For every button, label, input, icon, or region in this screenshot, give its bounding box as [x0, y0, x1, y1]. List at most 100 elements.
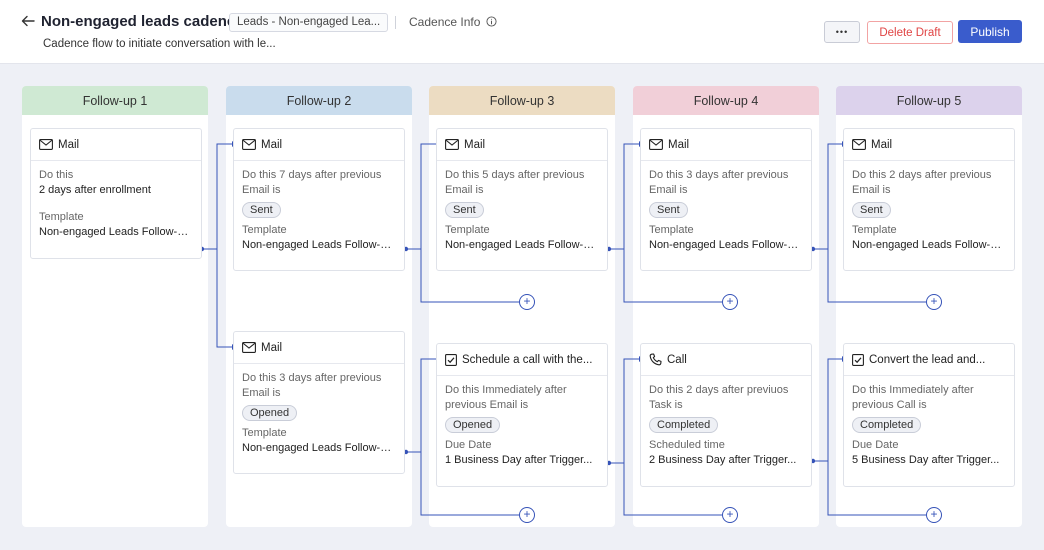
add-step-button[interactable]: +: [519, 294, 535, 310]
step-label: Email is: [242, 184, 281, 196]
status-chip: Sent: [445, 202, 484, 218]
step-card-header: Mail: [31, 129, 201, 161]
cadence-info-link[interactable]: Cadence Info: [409, 15, 497, 29]
step-card-header: Mail: [234, 332, 404, 364]
status-chip: Sent: [242, 202, 281, 218]
step-value: Non-engaged Leads Follow-up 2: [242, 442, 396, 454]
step-label: Do this 3 days after previous: [649, 169, 789, 181]
mail-icon: [242, 342, 256, 353]
add-step-button[interactable]: +: [722, 294, 738, 310]
column-header: Follow-up 3: [429, 86, 615, 115]
step-card[interactable]: Mail Do this 3 days after previous Email…: [233, 331, 405, 474]
step-card-header: Mail: [437, 129, 607, 161]
add-step-button[interactable]: +: [926, 507, 942, 523]
mail-icon: [445, 139, 459, 150]
step-card[interactable]: Call Do this 2 days after previuos Task …: [640, 343, 812, 487]
step-value: Non-engaged Leads Follow-up 3: [445, 239, 599, 251]
step-label: Template: [445, 224, 490, 236]
step-type: Call: [667, 353, 687, 366]
header-divider: [395, 16, 396, 29]
step-type: Mail: [871, 138, 893, 151]
page-title: Non-engaged leads cadence: [41, 13, 244, 30]
step-value: 5 Business Day after Trigger...: [852, 454, 1000, 466]
step-label: Template: [242, 224, 287, 236]
step-label: Do this Immediately after: [852, 384, 974, 396]
step-label: Task is: [649, 399, 683, 411]
status-chip: Completed: [649, 417, 719, 433]
step-type: Mail: [58, 138, 80, 151]
status-chip: Sent: [649, 202, 688, 218]
step-label: Email is: [852, 184, 891, 196]
step-label: previous Call is: [852, 399, 927, 411]
step-card[interactable]: Convert the lead and... Do this Immediat…: [843, 343, 1015, 487]
module-chip: Leads - Non-engaged Lea...: [229, 13, 389, 32]
add-step-button[interactable]: +: [926, 294, 942, 310]
step-type: Mail: [261, 341, 283, 354]
step-label: Email is: [242, 387, 281, 399]
step-label: Due Date: [445, 439, 492, 451]
step-label: Do this Immediately after: [445, 384, 567, 396]
step-card[interactable]: Mail Do this 3 days after previous Email…: [640, 128, 812, 271]
column-header: Follow-up 2: [226, 86, 412, 115]
step-value: Non-engaged Leads Follow-up 4: [649, 239, 803, 251]
step-card-header: Schedule a call with the...: [437, 344, 607, 376]
add-step-button[interactable]: +: [722, 507, 738, 523]
step-label: Scheduled time: [649, 439, 725, 451]
step-type: Mail: [464, 138, 486, 151]
step-value: Non-engaged Leads Follow-up 2: [242, 239, 396, 251]
step-label: Due Date: [852, 439, 899, 451]
step-card[interactable]: Mail Do this 5 days after previous Email…: [436, 128, 608, 271]
step-type: Convert the lead and...: [869, 353, 986, 366]
step-card-header: Call: [641, 344, 811, 376]
back-arrow-icon[interactable]: [20, 13, 36, 29]
phone-icon: [649, 353, 662, 366]
step-value: Non-engaged Leads Follow-up...: [852, 239, 1006, 251]
mail-icon: [852, 139, 866, 150]
step-card-header: Mail: [234, 129, 404, 161]
step-type: Mail: [668, 138, 690, 151]
step-type: Schedule a call with the...: [462, 353, 593, 366]
cadence-header: Non-engaged leads cadence Leads - Non-en…: [0, 0, 1044, 64]
step-label: Email is: [649, 184, 688, 196]
step-label: Do this 3 days after previous: [242, 372, 382, 384]
step-label: Template: [649, 224, 694, 236]
step-label: Template: [852, 224, 897, 236]
more-options-button[interactable]: •••: [824, 21, 860, 43]
step-value: 2 Business Day after Trigger...: [649, 454, 797, 466]
step-type: Mail: [261, 138, 283, 151]
step-label: Do this 5 days after previous: [445, 169, 585, 181]
step-label: Do this: [39, 169, 74, 181]
step-label: Do this 2 days after previous: [852, 169, 992, 181]
cadence-info-label: Cadence Info: [409, 15, 481, 29]
column-header: Follow-up 1: [22, 86, 208, 115]
step-label: Template: [242, 427, 287, 439]
step-card-header: Convert the lead and...: [844, 344, 1014, 376]
step-label: Email is: [445, 184, 484, 196]
step-card-header: Mail: [641, 129, 811, 161]
step-value: 1 Business Day after Trigger...: [445, 454, 593, 466]
mail-icon: [649, 139, 663, 150]
step-card[interactable]: Mail Do this 7 days after previous Email…: [233, 128, 405, 271]
status-chip: Sent: [852, 202, 891, 218]
status-chip: Opened: [445, 417, 501, 433]
info-icon[interactable]: [486, 16, 497, 27]
step-label: Do this 2 days after previuos: [649, 384, 789, 396]
publish-button[interactable]: Publish: [958, 20, 1022, 43]
add-step-button[interactable]: +: [519, 507, 535, 523]
step-card-header: Mail: [844, 129, 1014, 161]
task-icon: [852, 353, 864, 366]
task-icon: [445, 353, 457, 366]
step-label: previous Email is: [445, 399, 529, 411]
step-card[interactable]: Mail Do this 2 days after enrollment Tem…: [30, 128, 202, 259]
mail-icon: [39, 139, 53, 150]
delete-draft-button[interactable]: Delete Draft: [867, 21, 953, 44]
status-chip: Completed: [852, 417, 922, 433]
column-header: Follow-up 4: [633, 86, 819, 115]
step-value: Non-engaged Leads Follow-up 1: [39, 226, 193, 238]
step-label: Template: [39, 211, 84, 223]
more-icon: •••: [835, 27, 849, 37]
step-card[interactable]: Schedule a call with the... Do this Imme…: [436, 343, 608, 487]
step-card[interactable]: Mail Do this 2 days after previous Email…: [843, 128, 1015, 271]
step-value: 2 days after enrollment: [39, 184, 151, 196]
status-chip: Opened: [242, 405, 298, 421]
